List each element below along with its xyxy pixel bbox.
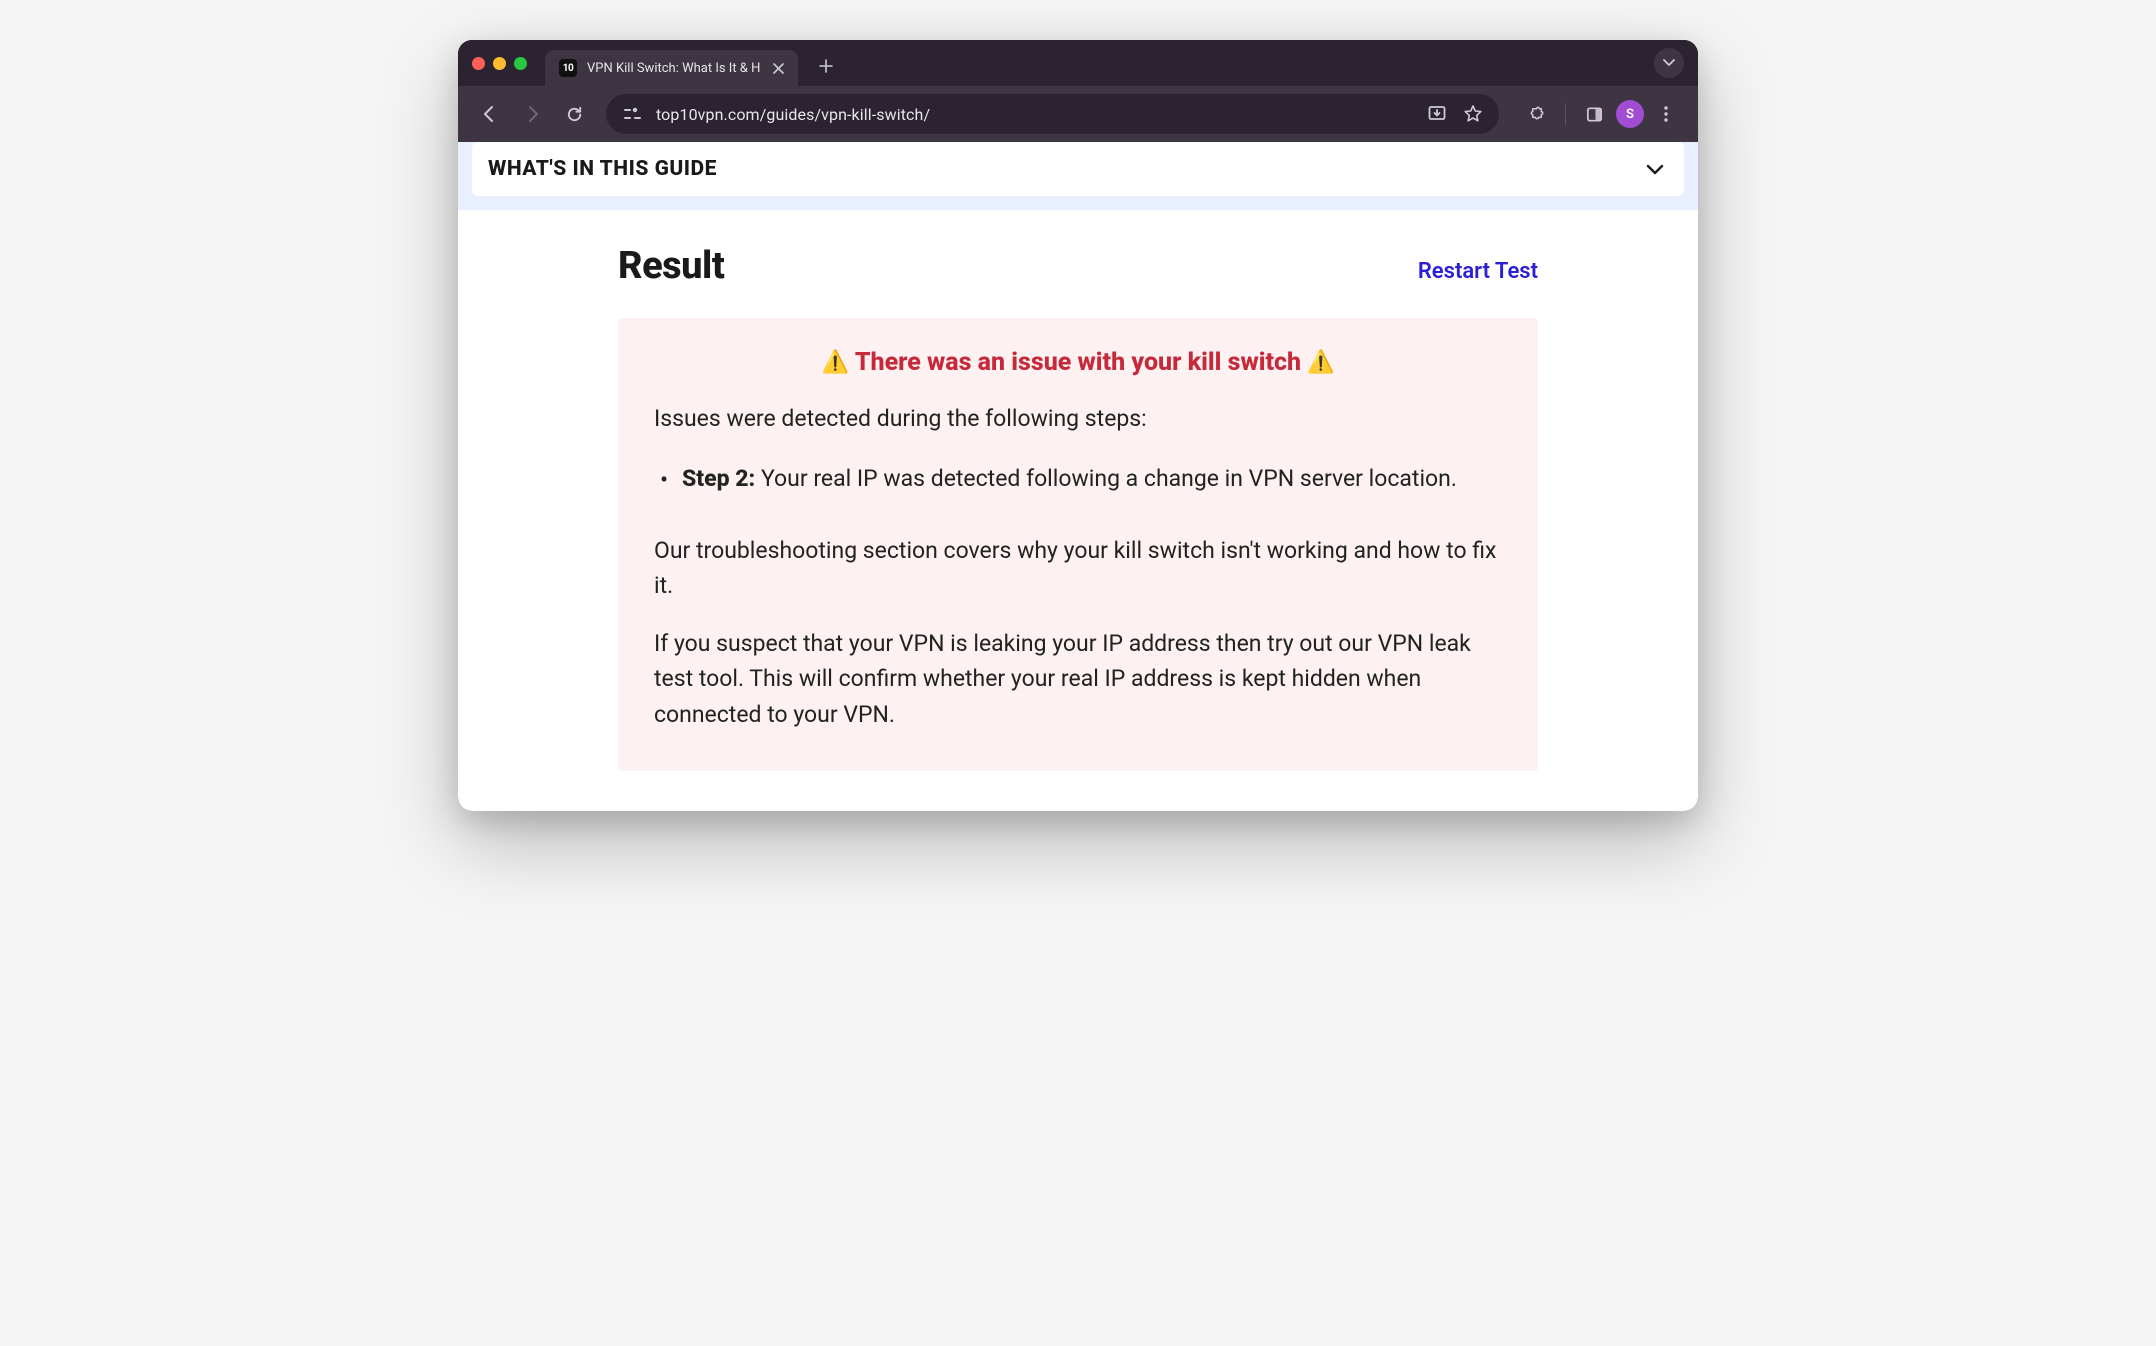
tab-close-button[interactable] xyxy=(770,60,786,76)
forward-button[interactable] xyxy=(514,96,550,132)
tabs-dropdown-button[interactable] xyxy=(1654,48,1684,78)
window-minimize-button[interactable] xyxy=(493,57,506,70)
tab-favicon: 10 xyxy=(559,59,577,77)
menu-button[interactable] xyxy=(1648,96,1684,132)
result-paragraph: Our troubleshooting section covers why y… xyxy=(654,533,1502,604)
window-close-button[interactable] xyxy=(472,57,485,70)
issues-list: Step 2: Your real IP was detected follow… xyxy=(654,462,1502,497)
warning-icon: ⚠️ xyxy=(1307,350,1334,375)
restart-test-link[interactable]: Restart Test xyxy=(1418,259,1538,284)
page-content: WHAT'S IN THIS GUIDE Result Restart Test… xyxy=(458,142,1698,811)
browser-window: 10 VPN Kill Switch: What Is It & H xyxy=(458,40,1698,811)
issue-item: Step 2: Your real IP was detected follow… xyxy=(654,462,1502,497)
issue-text: Your real IP was detected following a ch… xyxy=(755,465,1457,492)
result-paragraph: If you suspect that your VPN is leaking … xyxy=(654,626,1502,733)
result-header: Result Restart Test xyxy=(618,244,1538,288)
guide-toc-toggle[interactable]: WHAT'S IN THIS GUIDE xyxy=(472,142,1684,196)
profile-avatar[interactable]: S xyxy=(1616,100,1644,128)
guide-bar-container: WHAT'S IN THIS GUIDE xyxy=(458,142,1698,210)
reload-button[interactable] xyxy=(556,96,592,132)
result-box: ⚠️There was an issue with your kill swit… xyxy=(618,318,1538,771)
extensions-icon[interactable] xyxy=(1519,96,1555,132)
site-info-icon[interactable] xyxy=(620,101,646,127)
window-maximize-button[interactable] xyxy=(514,57,527,70)
address-bar[interactable]: top10vpn.com/guides/vpn-kill-switch/ xyxy=(606,94,1499,134)
new-tab-button[interactable] xyxy=(812,52,840,80)
warning-banner: ⚠️There was an issue with your kill swit… xyxy=(654,348,1502,377)
warning-icon: ⚠️ xyxy=(822,350,849,375)
back-button[interactable] xyxy=(472,96,508,132)
chevron-down-icon xyxy=(1646,164,1664,175)
window-controls xyxy=(472,57,527,70)
side-panel-icon[interactable] xyxy=(1576,96,1612,132)
issues-intro-text: Issues were detected during the followin… xyxy=(654,405,1502,432)
tab-bar: 10 VPN Kill Switch: What Is It & H xyxy=(458,40,1698,86)
tab-title: VPN Kill Switch: What Is It & H xyxy=(587,61,760,76)
install-app-icon[interactable] xyxy=(1421,98,1453,130)
bookmark-star-icon[interactable] xyxy=(1457,98,1489,130)
browser-toolbar: top10vpn.com/guides/vpn-kill-switch/ S xyxy=(458,86,1698,142)
guide-toc-title: WHAT'S IN THIS GUIDE xyxy=(488,157,717,181)
result-heading: Result xyxy=(618,244,724,288)
main-content: Result Restart Test ⚠️There was an issue… xyxy=(458,210,1698,811)
toolbar-divider xyxy=(1565,103,1566,125)
url-text: top10vpn.com/guides/vpn-kill-switch/ xyxy=(656,105,1411,124)
warning-text: There was an issue with your kill switch xyxy=(855,348,1301,377)
browser-tab[interactable]: 10 VPN Kill Switch: What Is It & H xyxy=(545,50,798,86)
issue-step-label: Step 2: xyxy=(682,465,755,492)
